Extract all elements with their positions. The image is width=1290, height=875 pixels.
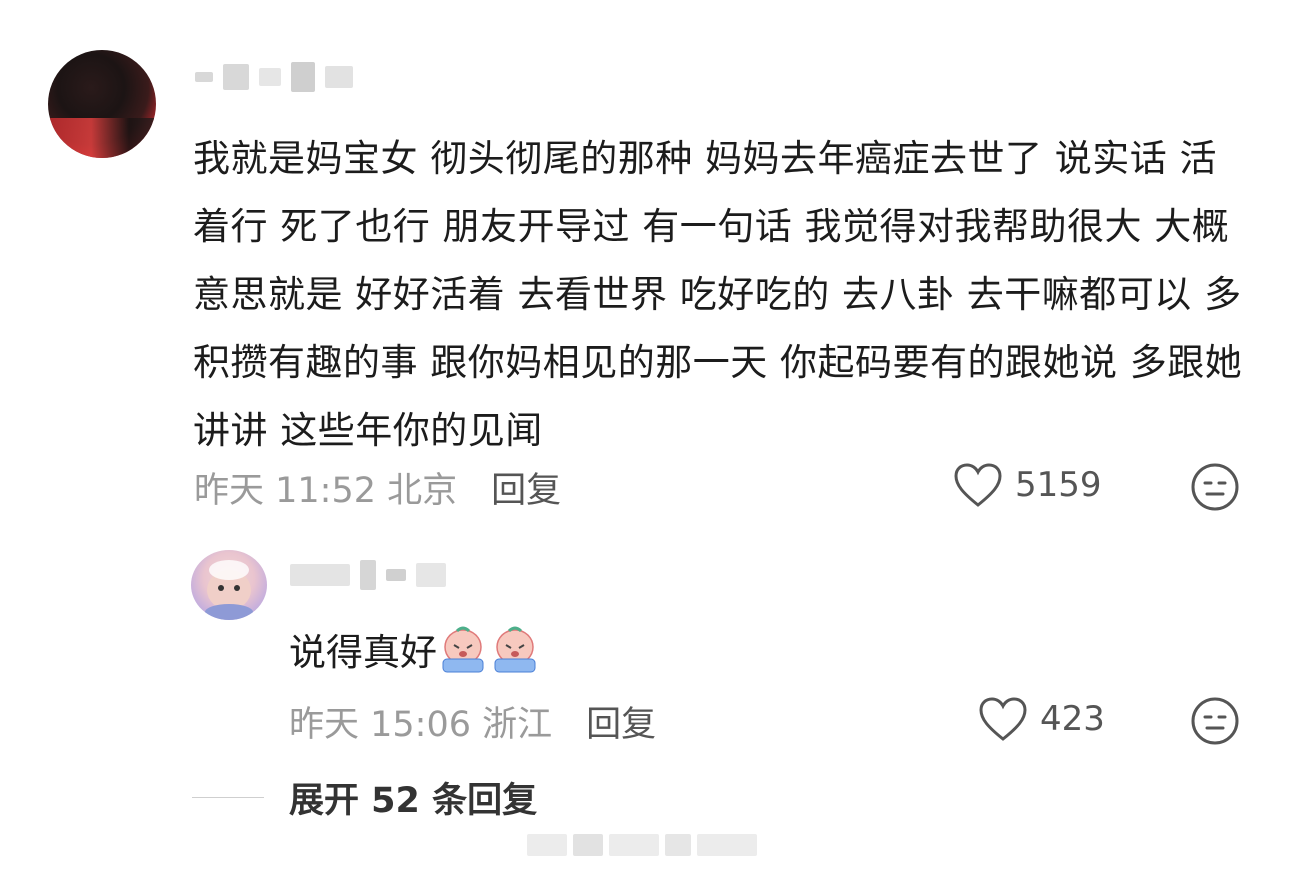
reply-meta-row: 昨天 15:06 浙江 回复 — [289, 696, 656, 747]
reply-text: 说得真好 — [289, 631, 437, 674]
divider — [192, 797, 264, 798]
heart-outline-icon — [954, 463, 1002, 507]
reply-avatar[interactable] — [191, 550, 267, 620]
reply-time: 昨天 15:06 — [289, 705, 471, 745]
expand-replies-button[interactable]: 展开 52 条回复 — [289, 772, 537, 823]
meh-face-icon[interactable] — [1190, 696, 1240, 746]
comment-location: 北京 — [387, 471, 458, 511]
like-button[interactable]: 423 — [978, 696, 1105, 742]
comment-text: 我就是妈宝女 彻头彻尾的那种 妈妈去年癌症去世了 说实话 活着行 死了也行 朋友… — [193, 137, 1243, 452]
username-blurred[interactable] — [195, 62, 353, 92]
crying-emoji-icon — [494, 626, 536, 673]
reply-text-row: 说得真好 — [289, 622, 541, 676]
meh-face-icon[interactable] — [1190, 462, 1240, 512]
reply-username-blurred[interactable] — [290, 560, 446, 590]
comment-meta: 昨天 11:52 北京 — [194, 462, 457, 513]
comment-time: 昨天 11:52 — [194, 471, 376, 511]
reply-button[interactable]: 回复 — [586, 696, 656, 747]
heart-outline-icon — [979, 697, 1027, 741]
like-count: 423 — [1040, 699, 1105, 739]
comment-meta-row: 昨天 11:52 北京 回复 — [194, 462, 561, 513]
crying-emoji-icon — [442, 626, 484, 673]
like-count: 5159 — [1015, 465, 1102, 505]
watermark-blurred — [527, 828, 767, 862]
reply-location: 浙江 — [482, 705, 553, 745]
reply-meta: 昨天 15:06 浙江 — [289, 696, 552, 747]
reply-button[interactable]: 回复 — [491, 462, 561, 513]
avatar[interactable] — [48, 50, 156, 158]
avatar-image — [48, 118, 156, 158]
avatar-image — [205, 560, 253, 620]
like-button[interactable]: 5159 — [953, 462, 1102, 508]
